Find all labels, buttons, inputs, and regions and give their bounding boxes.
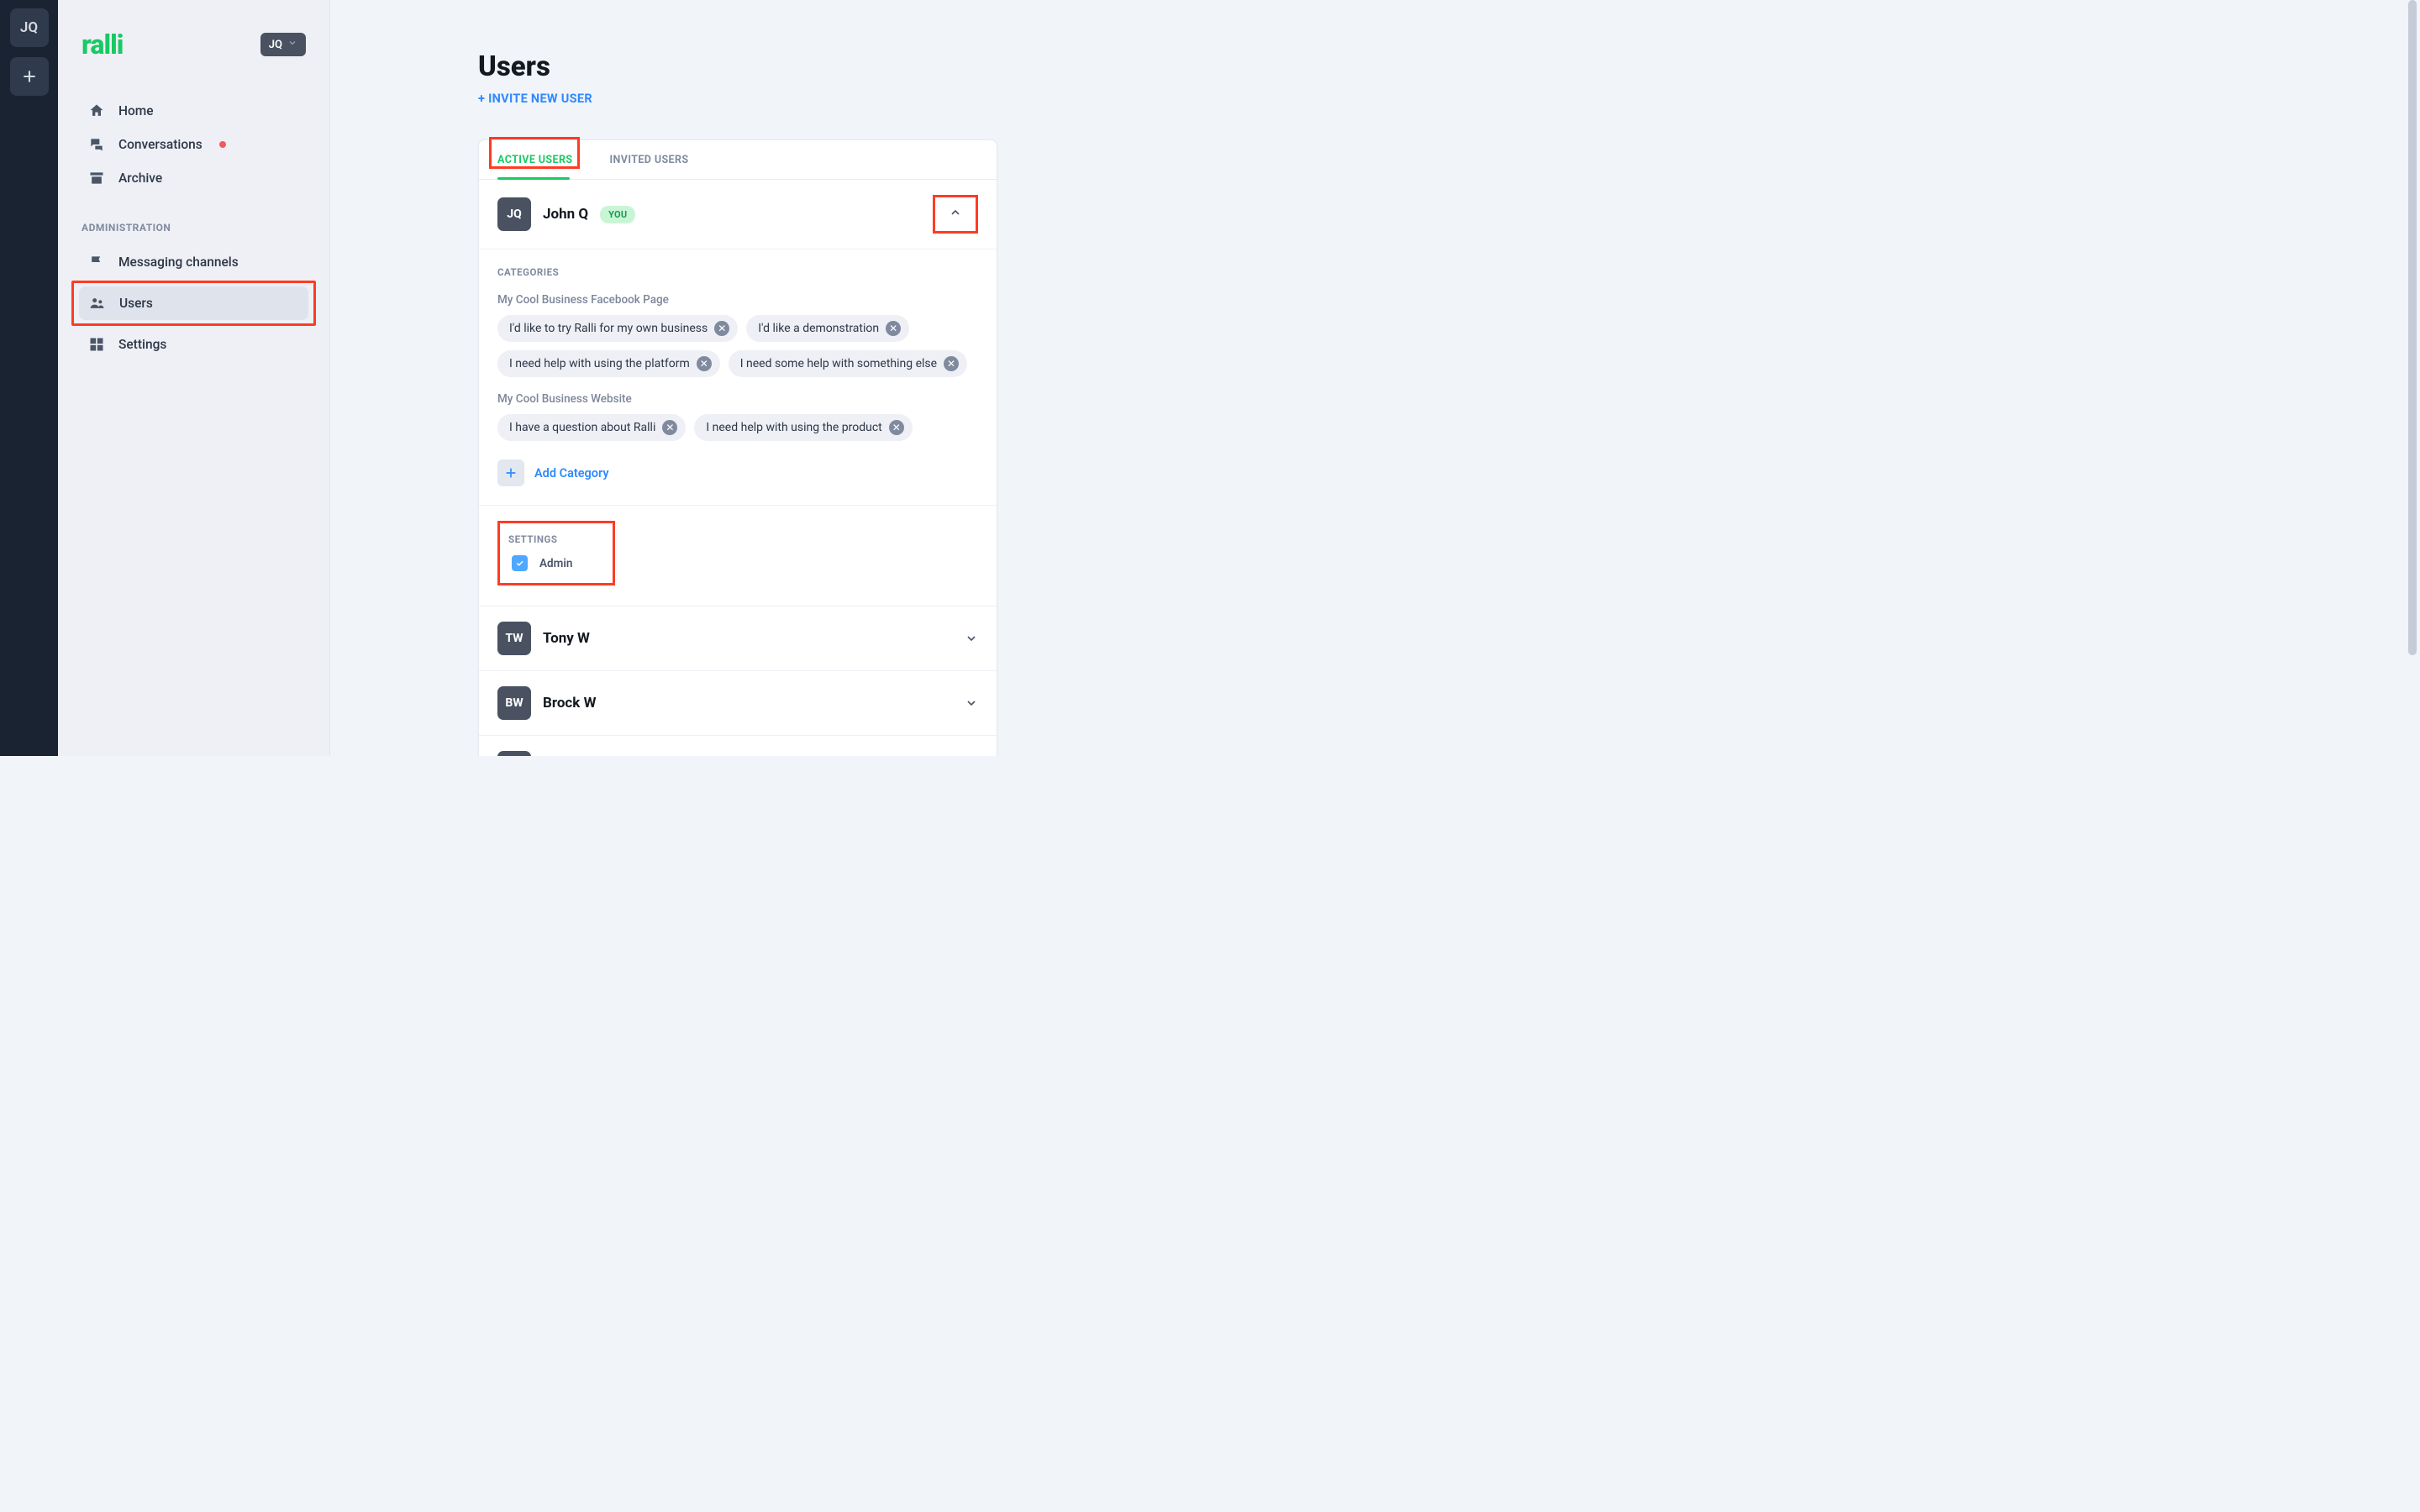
avatar: TW	[497, 622, 531, 655]
nav-users[interactable]: Users	[79, 286, 308, 320]
nav-label: Home	[118, 103, 154, 118]
chip-remove-icon[interactable]: ✕	[944, 356, 959, 371]
user-name: Tony W	[543, 630, 590, 647]
rail-workspace-avatar[interactable]: JQ	[10, 8, 49, 47]
chevron-down-icon	[965, 696, 978, 710]
channel-name: My Cool Business Website	[497, 392, 978, 406]
add-category-button[interactable]: Add Category	[497, 459, 978, 486]
nav-conversations[interactable]: Conversations	[78, 128, 309, 161]
rail-add-workspace-button[interactable]	[10, 57, 49, 96]
tab-active-users[interactable]: ACTIVE USERS	[479, 140, 591, 179]
nav-messaging-channels[interactable]: Messaging channels	[78, 245, 309, 279]
admin-checkbox-label: Admin	[539, 557, 572, 570]
flag-icon	[88, 254, 105, 270]
nav-label: Archive	[118, 171, 162, 186]
tab-indicator	[497, 177, 570, 180]
plus-icon	[497, 459, 524, 486]
chevron-down-icon	[287, 38, 297, 51]
annotation-highlight: SETTINGS Admin	[497, 521, 615, 585]
check-icon	[515, 559, 524, 568]
avatar: BW	[497, 686, 531, 720]
avatar: EW	[497, 751, 531, 756]
invite-new-user-link[interactable]: + INVITE NEW USER	[478, 92, 592, 106]
user-name: Brock W	[543, 695, 596, 711]
unread-dot-icon	[219, 141, 226, 148]
category-chip: I'd like a demonstration✕	[746, 315, 909, 342]
chat-icon	[88, 136, 105, 153]
nav-settings[interactable]: Settings	[78, 328, 309, 361]
plus-icon	[21, 68, 38, 85]
nav-label: Settings	[118, 337, 166, 352]
tabs: ACTIVE USERS INVITED USERS	[479, 140, 997, 180]
logo: ralli	[82, 29, 123, 60]
category-chip: I need help with using the platform✕	[497, 350, 720, 377]
workspace-switcher-initials: JQ	[269, 39, 282, 51]
chip-remove-icon[interactable]: ✕	[697, 356, 712, 371]
nav-label: Messaging channels	[118, 255, 239, 270]
chip-remove-icon[interactable]: ✕	[886, 321, 901, 336]
category-chip: I'd like to try Ralli for my own busines…	[497, 315, 738, 342]
add-category-label: Add Category	[534, 466, 609, 480]
user-expanded-body: CATEGORIES My Cool Business Facebook Pag…	[479, 249, 997, 606]
workspace-switcher[interactable]: JQ	[260, 33, 306, 56]
nav-label: Users	[119, 296, 153, 311]
home-icon	[88, 102, 105, 119]
chevron-up-icon[interactable]	[949, 206, 962, 219]
sidebar: ralli JQ Home Conversations	[58, 0, 330, 756]
chip-row: I have a question about Ralli✕ I need he…	[497, 414, 978, 441]
channel-name: My Cool Business Facebook Page	[497, 293, 978, 307]
nav-archive[interactable]: Archive	[78, 161, 309, 195]
categories-heading: CATEGORIES	[497, 266, 978, 278]
tab-invited-users[interactable]: INVITED USERS	[591, 140, 707, 179]
chevron-down-icon	[965, 632, 978, 645]
annotation-highlight: Users	[71, 281, 316, 326]
user-name: John Q	[543, 206, 588, 223]
you-badge: YOU	[600, 206, 635, 223]
category-chip: I have a question about Ralli✕	[497, 414, 686, 441]
nav-label: Conversations	[118, 137, 203, 152]
main-content: Users + INVITE NEW USER ACTIVE USERS INV…	[330, 0, 1210, 756]
workspace-rail: JQ	[0, 0, 58, 756]
scrollbar-track[interactable]	[2407, 0, 2418, 1512]
divider	[479, 505, 997, 506]
category-chip: I need help with using the product✕	[694, 414, 912, 441]
nav-home[interactable]: Home	[78, 94, 309, 128]
settings-icon	[88, 336, 105, 353]
annotation-highlight	[933, 195, 978, 234]
user-row[interactable]: TW Tony W	[479, 606, 997, 671]
users-icon	[89, 295, 106, 312]
users-card: ACTIVE USERS INVITED USERS JQ John Q YOU…	[478, 139, 997, 756]
nav-primary: Home Conversations Archive	[78, 94, 309, 195]
sidebar-section-administration: ADMINISTRATION	[82, 222, 309, 234]
user-row[interactable]: BW Brock W	[479, 671, 997, 736]
chip-remove-icon[interactable]: ✕	[714, 321, 729, 336]
user-row[interactable]: EW Erin W	[479, 736, 997, 756]
archive-icon	[88, 170, 105, 186]
settings-heading: SETTINGS	[508, 533, 572, 545]
nav-admin: Messaging channels Users Settings	[78, 245, 309, 361]
chip-remove-icon[interactable]: ✕	[889, 420, 904, 435]
chip-remove-icon[interactable]: ✕	[662, 420, 677, 435]
category-chip: I need some help with something else✕	[729, 350, 967, 377]
admin-checkbox[interactable]	[512, 555, 528, 571]
user-row-expanded[interactable]: JQ John Q YOU	[479, 180, 997, 249]
chip-row: I'd like to try Ralli for my own busines…	[497, 315, 978, 377]
scrollbar-thumb[interactable]	[2408, 0, 2417, 655]
page-title: Users	[478, 50, 1210, 83]
avatar: JQ	[497, 197, 531, 231]
